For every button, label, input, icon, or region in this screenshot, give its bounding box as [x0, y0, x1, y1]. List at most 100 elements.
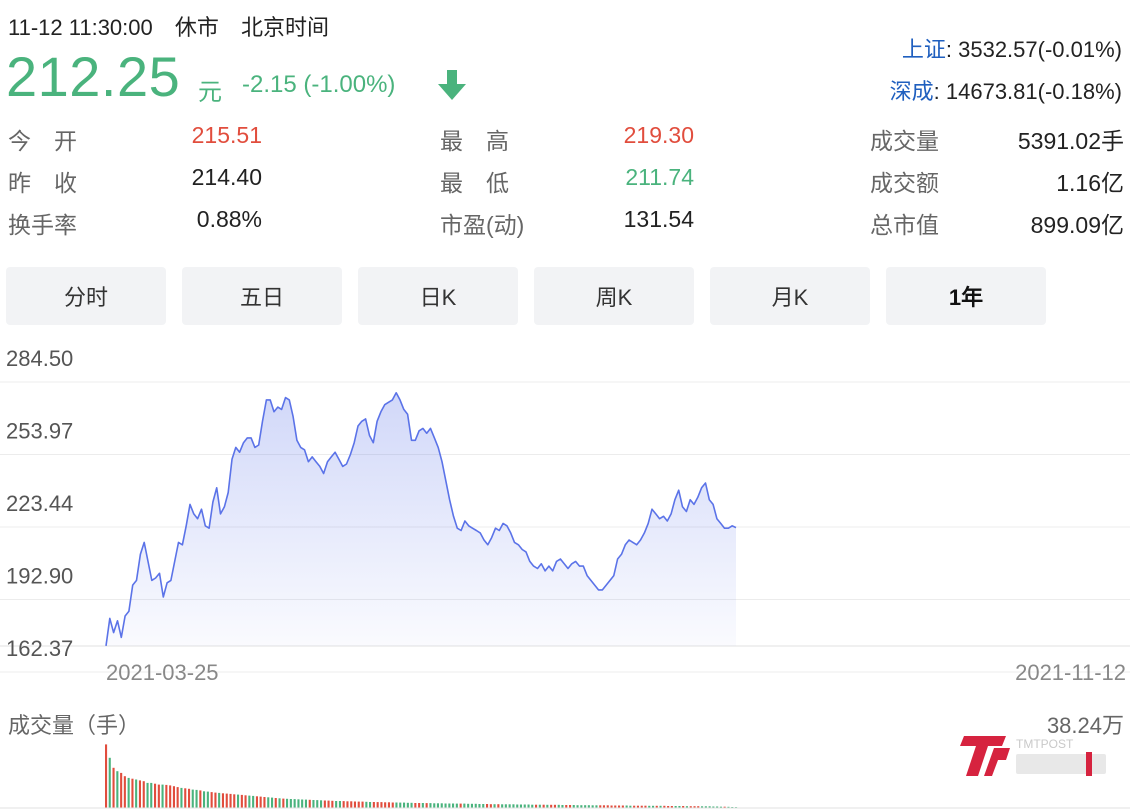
volume-bar: [478, 804, 481, 808]
volume-bar: [459, 803, 462, 808]
volume-bar: [335, 801, 338, 808]
volume-bar: [184, 788, 187, 808]
volume-bar: [172, 786, 175, 808]
volume-bar: [395, 802, 398, 808]
volume-bar: [452, 803, 455, 808]
volume-bar: [165, 784, 168, 808]
volume-bar: [259, 796, 262, 808]
index-shenzhen[interactable]: 深成: 14673.81(-0.18%): [890, 74, 1122, 106]
volume-bar: [410, 802, 413, 808]
index-value: : 14673.81(-0.18%): [933, 79, 1122, 104]
stat-label: 今 开: [8, 128, 77, 154]
y-tick-label: 253.97: [6, 418, 73, 443]
volume-bar: [221, 793, 224, 808]
volume-bar: [391, 802, 394, 808]
volume-bar: [463, 803, 466, 808]
index-shanghai[interactable]: 上证: 3532.57(-0.01%): [902, 32, 1122, 64]
index-value: : 3532.57(-0.01%): [945, 37, 1122, 62]
volume-bar: [342, 801, 345, 808]
volume-bar: [455, 803, 458, 808]
stat-value: 131.54: [623, 206, 694, 232]
volume-bar: [116, 771, 119, 808]
volume-bar: [350, 801, 353, 808]
x-tick-label: 2021-03-25: [106, 660, 219, 685]
volume-label: 成交量（手）: [8, 713, 141, 738]
volume-bar: [188, 788, 191, 808]
volume-bar: [252, 795, 255, 808]
volume-bar: [203, 791, 206, 808]
volume-bar: [218, 792, 221, 808]
tab-weekly-k[interactable]: 周K: [534, 267, 694, 325]
stat-label: 最 高: [440, 128, 509, 154]
index-name: 深成: [889, 79, 934, 104]
volume-bar: [387, 802, 390, 808]
volume-bar: [357, 801, 360, 808]
volume-bar: [301, 799, 304, 808]
volume-bar: [516, 804, 519, 808]
stat-label: 市盈(动): [440, 212, 525, 238]
volume-bar: [169, 785, 172, 808]
tab-intraday[interactable]: 分时: [6, 267, 166, 325]
volume-bar: [384, 802, 387, 808]
volume-bar: [248, 795, 251, 808]
volume-bar: [180, 787, 183, 808]
volume-bar: [312, 800, 315, 808]
stat-value: 211.74: [625, 164, 694, 190]
volume-bar: [237, 794, 240, 808]
price-area-fill: [106, 392, 736, 646]
stat-value: 215.51: [191, 122, 262, 148]
volume-bar: [271, 797, 274, 808]
volume-bar: [240, 794, 243, 808]
volume-bar: [278, 798, 281, 808]
volume-bar: [474, 803, 477, 808]
volume-bar: [206, 791, 209, 808]
volume-bar: [191, 789, 194, 808]
volume-bar: [263, 797, 266, 808]
logo-text: TMTPOST: [1016, 737, 1074, 751]
volume-bar: [493, 804, 496, 808]
stat-label: 换手率: [8, 212, 77, 238]
stat-label: 最 低: [440, 170, 509, 196]
volume-bar: [210, 792, 213, 808]
volume-bar: [289, 799, 292, 808]
volume-bar: [376, 802, 379, 808]
volume-bar: [414, 803, 417, 808]
volume-bar: [489, 804, 492, 808]
stat-value: 1.16亿: [1056, 170, 1124, 196]
volume-bar: [293, 799, 296, 808]
volume-bar: [403, 802, 406, 808]
volume-bar: [176, 787, 179, 808]
volume-bar: [523, 804, 526, 808]
volume-bar: [161, 784, 164, 808]
quote-status-line: 11-12 11:30:00 休市 北京时间: [8, 10, 345, 42]
tab-five-day[interactable]: 五日: [182, 267, 342, 325]
volume-bar: [105, 744, 108, 808]
volume-bar: [297, 799, 300, 808]
volume-bar: [108, 757, 111, 808]
price-unit: 元: [198, 79, 222, 106]
y-tick-label: 284.50: [6, 346, 73, 371]
y-tick-label: 192.90: [6, 564, 73, 589]
tab-one-year[interactable]: 1年: [886, 267, 1046, 325]
tab-daily-k[interactable]: 日K: [358, 267, 518, 325]
volume-bar: [142, 781, 145, 808]
tab-monthly-k[interactable]: 月K: [710, 267, 870, 325]
stat-value: 0.88%: [196, 206, 262, 232]
volume-bar: [255, 796, 258, 808]
price-area-chart[interactable]: 284.50 253.97 223.44 192.90 162.37 2021-03-2…: [0, 340, 1130, 692]
volume-bar: [316, 800, 319, 808]
volume-bar: [244, 795, 247, 808]
volume-bar: [274, 798, 277, 808]
volume-bar: [486, 804, 489, 808]
volume-bar: [150, 782, 153, 808]
index-name: 上证: [901, 37, 946, 62]
current-price: 212.25: [6, 45, 181, 108]
volume-bar: [327, 800, 330, 808]
volume-bar: [440, 803, 443, 808]
volume-bar: [225, 793, 228, 808]
stat-label: 成交量: [870, 128, 939, 154]
volume-bar: [527, 804, 530, 808]
volume-bar: [418, 803, 421, 808]
stat-value: 899.09亿: [1030, 212, 1124, 238]
volume-bar: [482, 804, 485, 808]
